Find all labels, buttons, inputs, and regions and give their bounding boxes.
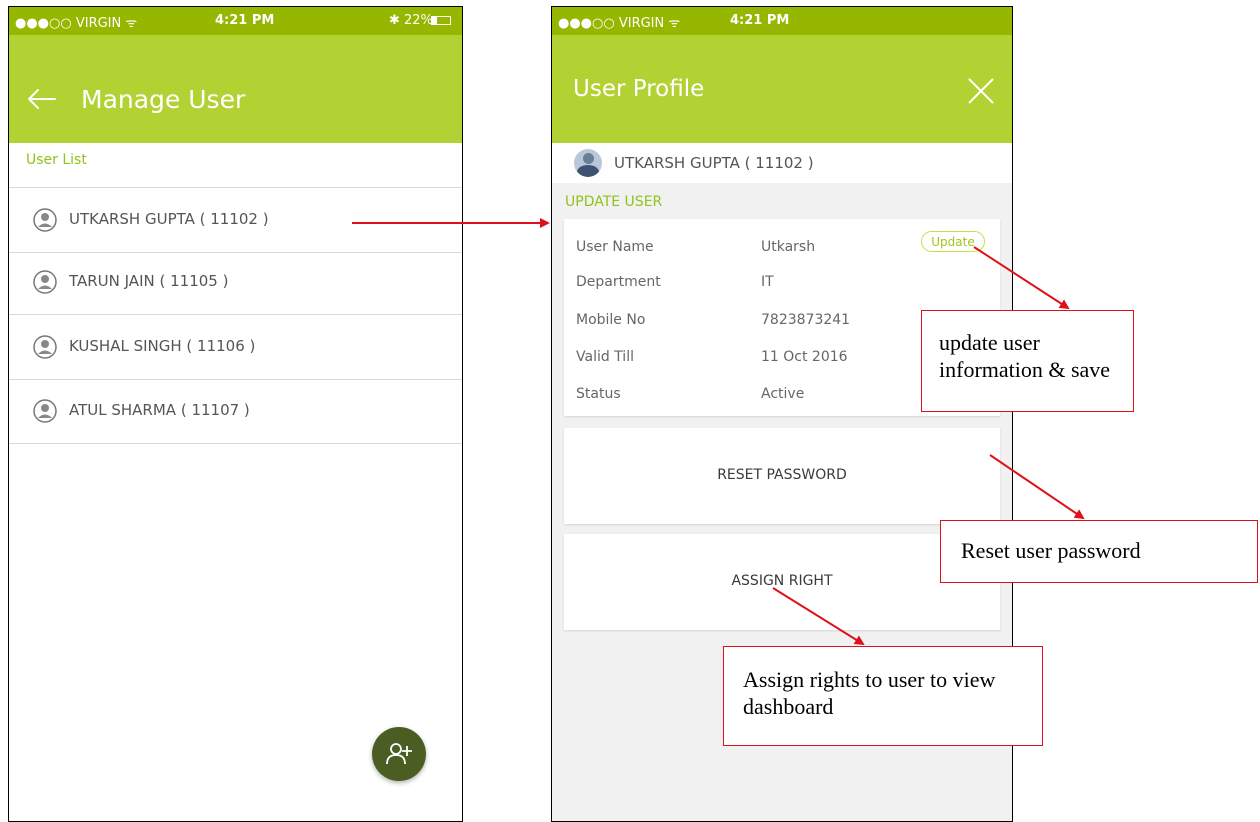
user-name: TARUN JAIN ( 11105 ) xyxy=(69,272,229,290)
user-row[interactable]: UTKARSH GUPTA ( 11102 ) xyxy=(9,188,462,253)
annotation-update: update user information & save xyxy=(921,310,1134,412)
reset-password-button[interactable]: RESET PASSWORD xyxy=(564,428,1000,524)
user-icon xyxy=(33,208,57,232)
user-name: KUSHAL SINGH ( 11106 ) xyxy=(69,337,256,355)
avatar xyxy=(574,149,602,177)
field-label: User Name xyxy=(576,239,654,255)
field-label: Status xyxy=(576,386,621,402)
assign-right-button[interactable]: ASSIGN RIGHT xyxy=(564,534,1000,630)
reset-password-label: RESET PASSWORD xyxy=(717,467,847,483)
arrow-left-icon[interactable] xyxy=(27,89,57,109)
battery-icon xyxy=(431,16,451,25)
update-button[interactable]: Update xyxy=(921,231,985,252)
carrier-text: ●●●○○ VIRGIN ᯤ xyxy=(15,16,138,31)
user-list-label: User List xyxy=(26,152,87,168)
status-bar: ●●●○○ VIRGIN ᯤ 4:21 PM ✱ 22% xyxy=(9,7,462,35)
field-label: Department xyxy=(576,274,661,290)
time-text: 4:21 PM xyxy=(730,13,790,28)
field-value[interactable]: 11 Oct 2016 xyxy=(761,349,848,365)
page-title: User Profile xyxy=(573,76,705,102)
status-bar: ●●●○○ VIRGIN ᯤ 4:21 PM xyxy=(552,7,1012,35)
annotation-assign-text: Assign rights to user to view dashboard xyxy=(743,667,996,719)
user-row[interactable]: ATUL SHARMA ( 11107 ) xyxy=(9,379,462,444)
user-name: UTKARSH GUPTA ( 11102 ) xyxy=(69,210,269,228)
manage-user-screen: ●●●○○ VIRGIN ᯤ 4:21 PM ✱ 22% Manage User… xyxy=(8,6,463,822)
user-icon xyxy=(33,399,57,423)
carrier-text: ●●●○○ VIRGIN ᯤ xyxy=(558,16,681,31)
update-user-label: UPDATE USER xyxy=(565,194,663,210)
field-value[interactable]: IT xyxy=(761,274,774,290)
user-row[interactable]: TARUN JAIN ( 11105 ) xyxy=(9,250,462,315)
user-name: ATUL SHARMA ( 11107 ) xyxy=(69,401,250,419)
assign-right-label: ASSIGN RIGHT xyxy=(731,573,833,589)
battery-text: ✱ 22% xyxy=(389,13,433,28)
close-icon[interactable] xyxy=(967,77,995,105)
app-bar: User Profile xyxy=(552,35,1012,143)
page-title: Manage User xyxy=(81,85,246,114)
field-value[interactable]: Active xyxy=(761,386,804,402)
add-user-icon xyxy=(386,743,412,765)
annotation-reset: Reset user password xyxy=(940,520,1258,583)
annotation-update-text: update user information & save xyxy=(939,330,1111,382)
field-label: Mobile No xyxy=(576,312,646,328)
add-user-button[interactable] xyxy=(372,727,426,781)
user-row[interactable]: KUSHAL SINGH ( 11106 ) xyxy=(9,315,462,380)
profile-name: UTKARSH GUPTA ( 11102 ) xyxy=(614,154,814,172)
field-label: Valid Till xyxy=(576,349,634,365)
field-value[interactable]: 7823873241 xyxy=(761,312,850,328)
annotation-reset-text: Reset user password xyxy=(961,538,1141,563)
field-value[interactable]: Utkarsh xyxy=(761,239,815,255)
user-icon xyxy=(33,270,57,294)
annotation-assign: Assign rights to user to view dashboard xyxy=(723,646,1043,746)
profile-header: UTKARSH GUPTA ( 11102 ) xyxy=(552,143,1012,183)
user-icon xyxy=(33,335,57,359)
app-bar: Manage User xyxy=(9,35,462,143)
time-text: 4:21 PM xyxy=(215,13,275,28)
